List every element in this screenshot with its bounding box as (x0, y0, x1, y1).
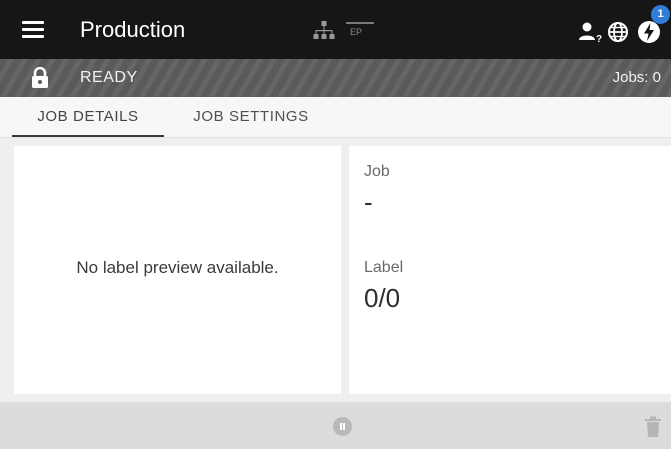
pause-icon[interactable] (333, 417, 352, 436)
app-window: Production EP ? 1 READY Jobs: 0 JOB DETA… (0, 0, 671, 449)
status-bar: READY Jobs: 0 (0, 59, 671, 97)
job-field-value: - (364, 187, 373, 217)
hamburger-menu-icon[interactable] (22, 18, 46, 42)
label-count-value: 0/0 (364, 283, 401, 313)
globe-icon[interactable] (607, 21, 629, 43)
job-field-label: Job (364, 163, 390, 180)
top-bar: Production EP ? 1 (0, 0, 671, 59)
bottom-action-bar (0, 402, 671, 449)
ep-label: EP (350, 27, 363, 37)
preview-message: No label preview available. (76, 258, 279, 277)
tab-job-settings[interactable]: JOB SETTINGS (172, 97, 330, 137)
ep-indicator-icon[interactable]: EP (346, 20, 374, 42)
job-info-panel: Job - Label 0/0 (349, 146, 671, 394)
page-title: Production (80, 17, 186, 42)
svg-text:?: ? (596, 34, 602, 43)
network-tree-icon[interactable] (312, 20, 336, 44)
label-field-label: Label (364, 259, 404, 276)
notification-badge[interactable]: 1 (651, 5, 670, 24)
tab-job-details[interactable]: JOB DETAILS (12, 97, 164, 137)
lock-icon[interactable] (30, 67, 50, 89)
printer-status: READY (80, 69, 138, 86)
jobs-count: Jobs: 0 (612, 69, 661, 86)
label-preview-panel: No label preview available. (14, 146, 341, 394)
user-help-icon[interactable]: ? (577, 21, 603, 43)
trash-icon[interactable] (644, 416, 662, 438)
tab-bar: JOB DETAILS JOB SETTINGS (0, 97, 671, 138)
